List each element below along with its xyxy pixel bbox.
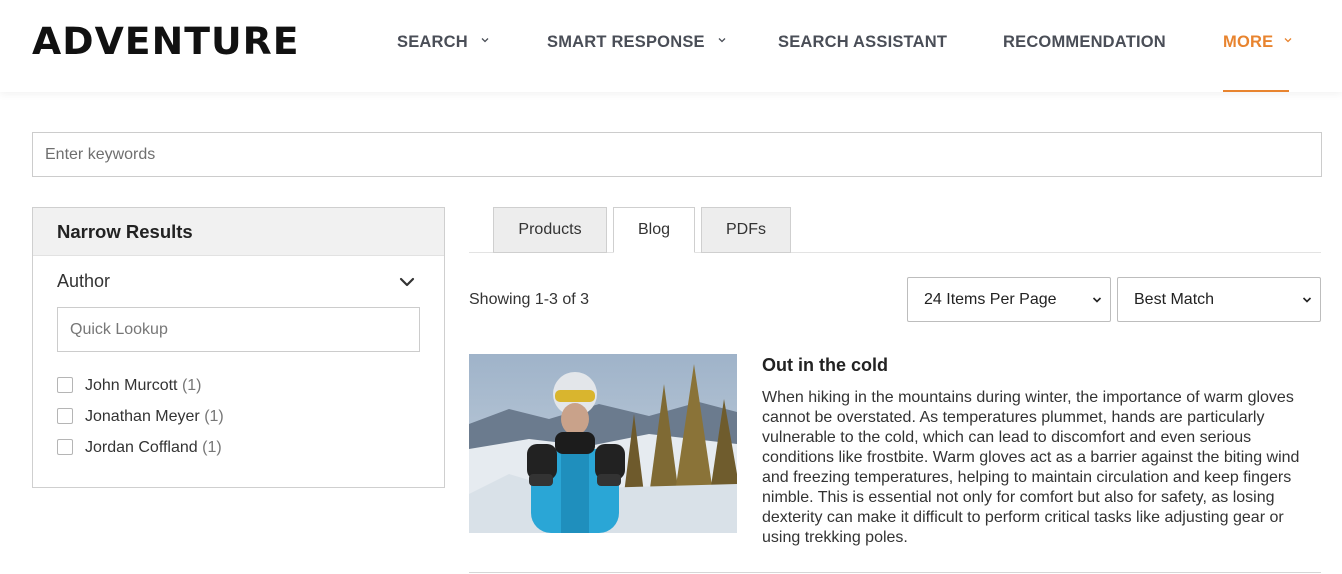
nav-item-label: RECOMMENDATION — [1003, 33, 1166, 51]
chevron-down-icon[interactable] — [399, 276, 415, 288]
chevron-down-icon — [718, 38, 726, 43]
result-title[interactable]: Out in the cold — [762, 355, 888, 375]
site-header: ADVENTURE SEARCH SMART RESPONSE SEARCH A… — [0, 0, 1342, 92]
nav-item-recommendation[interactable]: RECOMMENDATION — [1003, 30, 1166, 92]
hiker-in-snow-image — [469, 354, 737, 533]
nav-item-label: SMART RESPONSE — [547, 33, 705, 51]
result-thumbnail[interactable] — [469, 354, 737, 533]
result-divider — [469, 572, 1321, 573]
items-per-page-select[interactable]: 24 Items Per Page — [907, 277, 1111, 322]
chevron-down-icon — [1284, 38, 1292, 43]
nav-item-more[interactable]: MORE — [1223, 30, 1292, 92]
facet-option-jordan-coffland[interactable]: Jordan Coffland (1) — [57, 437, 222, 459]
facet-option-label: Jonathan Meyer — [85, 408, 200, 425]
tab-pdfs[interactable]: PDFs — [701, 207, 791, 253]
facet-option-count: (1) — [202, 439, 222, 456]
search-input[interactable] — [32, 132, 1322, 177]
nav-item-label: MORE — [1223, 33, 1274, 51]
nav-item-label: SEARCH — [397, 33, 468, 51]
facet-option-label: Jordan Coffland — [85, 439, 198, 456]
tab-products[interactable]: Products — [493, 207, 607, 253]
nav-item-search-assistant[interactable]: SEARCH ASSISTANT — [778, 30, 947, 92]
items-per-page-value: 24 Items Per Page — [924, 291, 1057, 308]
site-logo[interactable]: ADVENTURE — [32, 22, 300, 62]
facet-option-jonathan-meyer[interactable]: Jonathan Meyer (1) — [57, 406, 224, 428]
sort-value: Best Match — [1134, 291, 1215, 308]
narrow-results-panel: Narrow Results Author John Murcott (1) J… — [32, 207, 445, 488]
facet-option-count: (1) — [204, 408, 224, 425]
author-quick-lookup-input[interactable] — [57, 307, 420, 352]
checkbox[interactable] — [57, 439, 73, 455]
results-count-text: Showing 1-3 of 3 — [469, 291, 590, 308]
nav-item-smart-response[interactable]: SMART RESPONSE — [547, 30, 727, 92]
facet-author-title[interactable]: Author — [57, 271, 110, 292]
facet-option-count: (1) — [181, 377, 202, 394]
nav-item-search[interactable]: SEARCH — [397, 30, 490, 92]
facet-option-john-murcott[interactable]: John Murcott (1) — [57, 375, 202, 397]
tab-blog[interactable]: Blog — [613, 207, 695, 253]
chevron-down-icon — [1302, 297, 1312, 303]
checkbox[interactable] — [57, 377, 73, 393]
chevron-down-icon — [1092, 297, 1102, 303]
facet-option-label: John Murcott — [85, 377, 178, 394]
nav-item-label: SEARCH ASSISTANT — [778, 33, 948, 51]
chevron-down-icon — [481, 38, 489, 43]
result-description: When hiking in the mountains during wint… — [762, 389, 1300, 546]
checkbox[interactable] — [57, 408, 73, 424]
narrow-results-title: Narrow Results — [33, 208, 444, 256]
sort-select[interactable]: Best Match — [1117, 277, 1321, 322]
